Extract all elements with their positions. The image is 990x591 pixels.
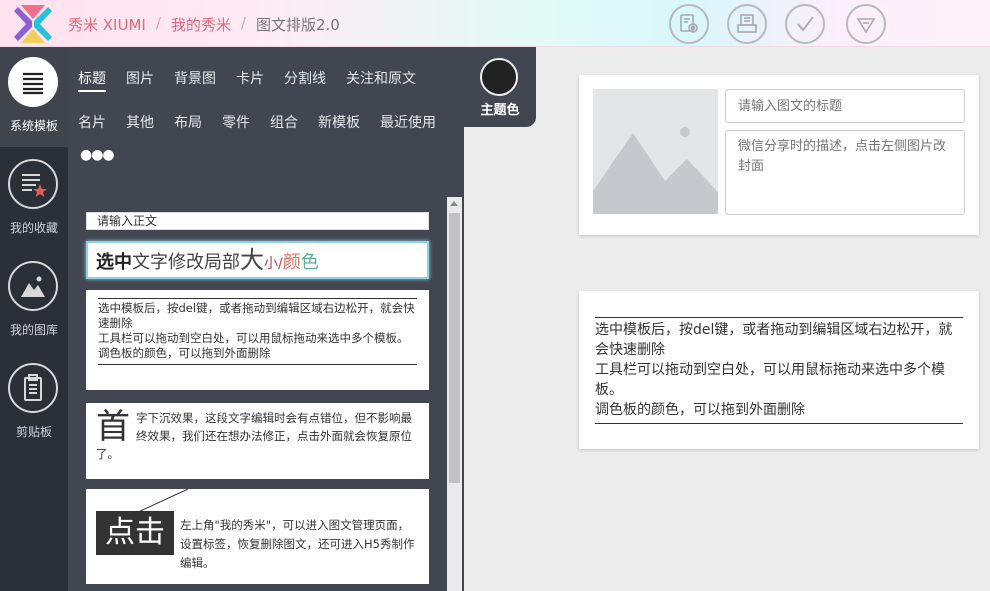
sidebar-item-label: 我的收藏 <box>9 221 58 235</box>
template-drop-cap[interactable]: 首 字下沉效果，这段文字编辑时会有点错位，但不影响最终效果，我们还在想办法修正，… <box>86 403 429 479</box>
sidebar-icon-circle <box>8 57 58 107</box>
click-hint-text: 左上角"我的秀米"，可以进入图文管理页面，设置标签，恢复删除图文，还可进入H5秀… <box>180 518 415 570</box>
styled-title-small: 小 <box>264 256 278 272</box>
editor-paragraph-line: 选中模板后，按del键，或者拖动到编辑区域右边松开，就会快速删除 <box>595 322 953 358</box>
styled-title-color-1: 颜 <box>282 252 301 273</box>
sidebar-item-label: 剪贴板 <box>15 425 52 439</box>
sidebar-item-clipboard[interactable]: 剪贴板 <box>0 351 68 451</box>
template-body-text[interactable]: 请输入正文 <box>86 212 429 230</box>
breadcrumb-separator: / <box>240 14 246 32</box>
tab-follow-original[interactable]: 关注和原文 <box>346 68 416 88</box>
bordered-paragraph-content: 选中模板后，按del键，或者拖动到编辑区域右边松开，就会快速删除 工具栏可以拖动… <box>98 298 417 365</box>
breadcrumb: 秀米 XIUMI / 我的秀米 / 图文排版2.0 <box>68 14 340 35</box>
drop-cap-letter: 首 <box>96 407 130 447</box>
check-icon <box>797 16 814 32</box>
sidebar-item-label: 系统模板 <box>9 119 58 133</box>
image-placeholder-icon <box>593 127 718 214</box>
more-categories-button[interactable]: ●●● <box>80 147 115 163</box>
tab-layout[interactable]: 布局 <box>174 112 202 132</box>
editor-bordered-paragraph[interactable]: 选中模板后，按del键，或者拖动到编辑区域右边松开，就会快速删除 工具栏可以拖动… <box>595 317 963 424</box>
sidebar-icon-circle <box>8 261 58 311</box>
template-styled-title[interactable]: 选中文字修改局部大小/颜色 <box>86 241 429 279</box>
sidebar-icon-circle <box>8 363 58 413</box>
xiumi-logo-icon[interactable] <box>12 3 54 45</box>
favorite-list-icon <box>22 174 47 197</box>
menu-lines-icon <box>23 72 43 95</box>
article-title-input[interactable] <box>725 89 965 123</box>
click-label: 点击 <box>96 511 174 555</box>
scrollbar-thumb[interactable] <box>449 213 460 483</box>
top-header: 秀米 XIUMI / 我的秀米 / 图文排版2.0 <box>0 0 990 47</box>
tab-combination[interactable]: 组合 <box>270 112 298 132</box>
paragraph-line: 选中模板后，按del键，或者拖动到编辑区域右边松开，就会快速删除 <box>98 301 415 330</box>
theme-color-swatch[interactable] <box>480 58 518 96</box>
editor-paragraph-line: 工具栏可以拖动到空白处，可以用鼠标拖动来选中多个模板。 <box>595 362 945 398</box>
paragraph-line: 工具栏可以拖动到空白处，可以用鼠标拖动来选中多个模板。 <box>98 331 409 345</box>
theme-color-label: 主题色 <box>480 103 520 118</box>
editor-paragraph-line: 调色板的颜色，可以拖到外面删除 <box>595 402 805 418</box>
save-icon <box>737 14 757 33</box>
breadcrumb-separator: / <box>155 14 161 32</box>
sidebar-icon-circle <box>8 159 58 209</box>
template-panel-scrollbar[interactable] <box>447 197 462 591</box>
tab-title[interactable]: 标题 <box>78 68 106 92</box>
breadcrumb-current: 图文排版2.0 <box>255 16 340 34</box>
editor-content-card[interactable]: 选中模板后，按del键，或者拖动到编辑区域右边松开，就会快速删除 工具栏可以拖动… <box>579 291 979 449</box>
article-meta-card <box>579 75 979 235</box>
tab-parts[interactable]: 零件 <box>222 112 250 132</box>
share-description-input[interactable] <box>725 130 965 215</box>
template-panel: 标题 图片 背景图 卡片 分割线 关注和原文 名片 其他 布局 零件 组合 新模… <box>68 47 464 591</box>
tab-business-card[interactable]: 名片 <box>78 112 106 132</box>
sidebar-item-system-templates[interactable]: 系统模板 <box>0 47 68 147</box>
styled-title-big: 大 <box>240 246 264 274</box>
sidebar-item-my-gallery[interactable]: 我的图库 <box>0 249 68 349</box>
tab-image[interactable]: 图片 <box>126 68 154 88</box>
download-button[interactable] <box>846 4 886 44</box>
paragraph-line: 调色板的颜色，可以拖到外面删除 <box>98 346 271 360</box>
check-button[interactable] <box>785 4 825 44</box>
template-click-hint[interactable]: 点击 左上角"我的秀米"，可以进入图文管理页面，设置标签，恢复删除图文，还可进入… <box>86 489 429 584</box>
image-gallery-icon <box>21 276 45 297</box>
tab-background[interactable]: 背景图 <box>174 68 216 88</box>
preview-icon <box>680 14 698 33</box>
styled-title-text: 文字修改局部 <box>132 252 240 273</box>
category-tabs: 标题 图片 背景图 卡片 分割线 关注和原文 名片 其他 布局 零件 组合 新模… <box>68 47 464 197</box>
preview-button[interactable] <box>669 4 709 44</box>
save-button[interactable] <box>727 4 767 44</box>
template-bordered-paragraph[interactable]: 选中模板后，按del键，或者拖动到编辑区域右边松开，就会快速删除 工具栏可以拖动… <box>86 290 429 390</box>
breadcrumb-home-link[interactable]: 秀米 XIUMI <box>68 14 146 35</box>
tab-recent[interactable]: 最近使用 <box>380 112 436 132</box>
clipboard-icon <box>24 374 42 401</box>
tab-other[interactable]: 其他 <box>126 112 154 132</box>
tab-card[interactable]: 卡片 <box>236 68 264 88</box>
styled-title-color-2: 色 <box>300 252 319 273</box>
sidebar-item-label: 我的图库 <box>9 323 58 337</box>
download-icon <box>856 18 876 34</box>
scroll-up-arrow-icon[interactable] <box>450 201 458 206</box>
tab-divider[interactable]: 分割线 <box>284 68 326 88</box>
cover-image-placeholder[interactable] <box>593 89 718 214</box>
sidebar-item-favorites[interactable]: 我的收藏 <box>0 147 68 247</box>
theme-color-picker[interactable]: 主题色 <box>464 47 536 127</box>
left-sidebar: 系统模板 我的收藏 我的图库 剪贴板 <box>0 47 68 591</box>
breadcrumb-my-xiumi-link[interactable]: 我的秀米 <box>171 14 231 35</box>
drop-cap-text: 字下沉效果，这段文字编辑时会有点错位，但不影响最终效果，我们还在想办法修正，点击… <box>96 411 412 461</box>
tab-new-template[interactable]: 新模板 <box>318 112 360 132</box>
styled-title-bold: 选中 <box>96 252 132 273</box>
